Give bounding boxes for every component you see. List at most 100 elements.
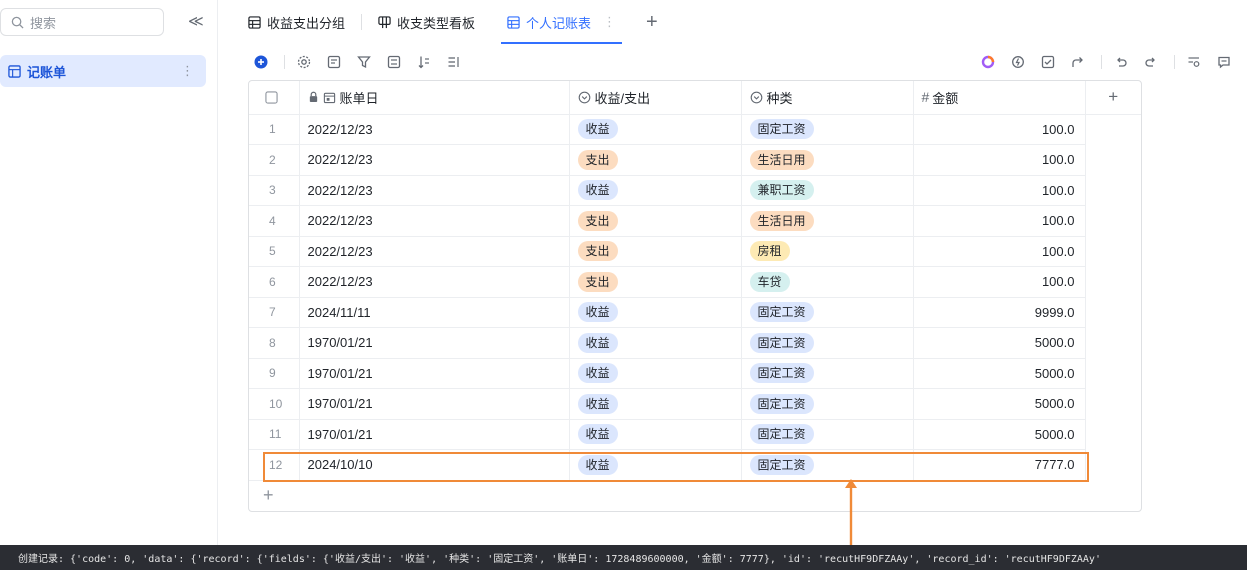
table-row[interactable]: 6 2022/12/23 支出 车贷 100.0 bbox=[249, 266, 1141, 298]
amount-cell[interactable]: 100.0 bbox=[913, 144, 1086, 176]
table-row[interactable]: 3 2022/12/23 收益 兼职工资 100.0 bbox=[249, 175, 1141, 206]
category-cell[interactable]: 固定工资 bbox=[741, 297, 914, 328]
amount-cell[interactable]: 100.0 bbox=[913, 175, 1086, 206]
table-row[interactable]: 1 2022/12/23 收益 固定工资 100.0 bbox=[249, 114, 1141, 145]
table-row[interactable]: 12 2024/10/10 收益 固定工资 7777.0 bbox=[249, 449, 1141, 481]
amount-cell[interactable]: 5000.0 bbox=[913, 327, 1086, 359]
date-cell[interactable]: 2022/12/23 bbox=[299, 144, 570, 176]
amount-cell[interactable]: 100.0 bbox=[913, 266, 1086, 298]
date-cell[interactable]: 2024/10/10 bbox=[299, 449, 570, 481]
date-cell[interactable]: 2022/12/23 bbox=[299, 236, 570, 267]
add-row-button[interactable]: + bbox=[263, 485, 274, 506]
tab-more-icon[interactable]: ⋮ bbox=[603, 14, 616, 30]
ai-assistant-button[interactable] bbox=[975, 49, 1001, 75]
plus-icon[interactable]: + bbox=[1086, 87, 1142, 107]
row-number-cell[interactable]: 3 bbox=[249, 175, 300, 206]
redo-button[interactable] bbox=[1138, 49, 1164, 75]
row-number-cell[interactable]: 8 bbox=[249, 327, 300, 359]
category-cell[interactable]: 固定工资 bbox=[741, 358, 914, 389]
type-cell[interactable]: 收益 bbox=[569, 114, 742, 145]
type-cell[interactable]: 收益 bbox=[569, 388, 742, 420]
table-row[interactable]: 7 2024/11/11 收益 固定工资 9999.0 bbox=[249, 297, 1141, 328]
row-number-cell[interactable]: 5 bbox=[249, 236, 300, 267]
undo-button[interactable] bbox=[1108, 49, 1134, 75]
type-cell[interactable]: 收益 bbox=[569, 175, 742, 206]
date-cell[interactable]: 1970/01/21 bbox=[299, 388, 570, 420]
row-number-cell[interactable]: 11 bbox=[249, 419, 300, 450]
row-height-button[interactable] bbox=[441, 49, 467, 75]
category-cell[interactable]: 车贷 bbox=[741, 266, 914, 298]
add-view-button[interactable]: + bbox=[632, 11, 672, 34]
share-button[interactable] bbox=[1065, 49, 1091, 75]
row-number-cell[interactable]: 10 bbox=[249, 388, 300, 420]
group-button[interactable] bbox=[381, 49, 407, 75]
table-row[interactable]: 10 1970/01/21 收益 固定工资 5000.0 bbox=[249, 388, 1141, 420]
row-number-cell[interactable]: 12 bbox=[249, 449, 300, 481]
table-row[interactable]: 8 1970/01/21 收益 固定工资 5000.0 bbox=[249, 327, 1141, 359]
comments-button[interactable] bbox=[1211, 49, 1237, 75]
type-cell[interactable]: 支出 bbox=[569, 144, 742, 176]
form-button[interactable] bbox=[1035, 49, 1061, 75]
tab-type-kanban[interactable]: 收支类型看板 bbox=[362, 0, 491, 44]
amount-cell[interactable]: 100.0 bbox=[913, 114, 1086, 145]
row-number-cell[interactable]: 9 bbox=[249, 358, 300, 389]
date-cell[interactable]: 2024/11/11 bbox=[299, 297, 570, 328]
date-cell[interactable]: 1970/01/21 bbox=[299, 358, 570, 389]
column-header-date[interactable]: 账单日 bbox=[299, 81, 570, 115]
sort-button[interactable] bbox=[411, 49, 437, 75]
row-number-cell[interactable]: 4 bbox=[249, 205, 300, 237]
amount-cell[interactable]: 7777.0 bbox=[913, 449, 1086, 481]
date-cell[interactable]: 1970/01/21 bbox=[299, 419, 570, 450]
date-cell[interactable]: 2022/12/23 bbox=[299, 266, 570, 298]
amount-cell[interactable]: 100.0 bbox=[913, 205, 1086, 237]
tab-personal-ledger[interactable]: 个人记账表 ⋮ bbox=[491, 0, 632, 44]
filter-button[interactable] bbox=[351, 49, 377, 75]
table-row[interactable]: 2 2022/12/23 支出 生活日用 100.0 bbox=[249, 144, 1141, 176]
row-number-cell[interactable]: 1 bbox=[249, 114, 300, 145]
category-cell[interactable]: 固定工资 bbox=[741, 114, 914, 145]
column-header-category[interactable]: 种类 bbox=[741, 81, 914, 115]
date-cell[interactable]: 2022/12/23 bbox=[299, 114, 570, 145]
type-cell[interactable]: 支出 bbox=[569, 236, 742, 267]
category-cell[interactable]: 固定工资 bbox=[741, 327, 914, 359]
more-icon[interactable]: ⋮ bbox=[181, 63, 194, 79]
record-view-button[interactable] bbox=[321, 49, 347, 75]
search-input[interactable]: 搜索 bbox=[0, 8, 164, 36]
add-column-button[interactable]: + bbox=[1085, 81, 1142, 115]
table-row[interactable]: 4 2022/12/23 支出 生活日用 100.0 bbox=[249, 205, 1141, 237]
table-row[interactable]: 5 2022/12/23 支出 房租 100.0 bbox=[249, 236, 1141, 267]
category-cell[interactable]: 固定工资 bbox=[741, 419, 914, 450]
category-cell[interactable]: 生活日用 bbox=[741, 144, 914, 176]
checkbox-icon[interactable] bbox=[265, 91, 278, 104]
type-cell[interactable]: 收益 bbox=[569, 297, 742, 328]
category-cell[interactable]: 兼职工资 bbox=[741, 175, 914, 206]
table-row[interactable]: 9 1970/01/21 收益 固定工资 5000.0 bbox=[249, 358, 1141, 389]
category-cell[interactable]: 固定工资 bbox=[741, 388, 914, 420]
table-row[interactable]: 11 1970/01/21 收益 固定工资 5000.0 bbox=[249, 419, 1141, 450]
add-record-button[interactable] bbox=[248, 49, 274, 75]
date-cell[interactable]: 1970/01/21 bbox=[299, 327, 570, 359]
row-number-cell[interactable]: 2 bbox=[249, 144, 300, 176]
automation-button[interactable] bbox=[1005, 49, 1031, 75]
collapse-sidebar-button[interactable]: ≪ bbox=[188, 12, 204, 30]
date-cell[interactable]: 2022/12/23 bbox=[299, 175, 570, 206]
tab-income-expense-group[interactable]: 收益支出分组 bbox=[232, 0, 361, 44]
type-cell[interactable]: 收益 bbox=[569, 327, 742, 359]
category-cell[interactable]: 房租 bbox=[741, 236, 914, 267]
type-cell[interactable]: 收益 bbox=[569, 449, 742, 481]
search-records-button[interactable] bbox=[1181, 49, 1207, 75]
amount-cell[interactable]: 5000.0 bbox=[913, 388, 1086, 420]
select-all-cell[interactable] bbox=[249, 81, 300, 115]
category-cell[interactable]: 生活日用 bbox=[741, 205, 914, 237]
amount-cell[interactable]: 5000.0 bbox=[913, 358, 1086, 389]
column-header-amount[interactable]: # 金额 bbox=[913, 81, 1086, 115]
row-number-cell[interactable]: 6 bbox=[249, 266, 300, 298]
column-header-type[interactable]: 收益/支出 bbox=[569, 81, 742, 115]
field-settings-button[interactable] bbox=[291, 49, 317, 75]
date-cell[interactable]: 2022/12/23 bbox=[299, 205, 570, 237]
type-cell[interactable]: 收益 bbox=[569, 419, 742, 450]
type-cell[interactable]: 支出 bbox=[569, 205, 742, 237]
category-cell[interactable]: 固定工资 bbox=[741, 449, 914, 481]
amount-cell[interactable]: 5000.0 bbox=[913, 419, 1086, 450]
amount-cell[interactable]: 9999.0 bbox=[913, 297, 1086, 328]
